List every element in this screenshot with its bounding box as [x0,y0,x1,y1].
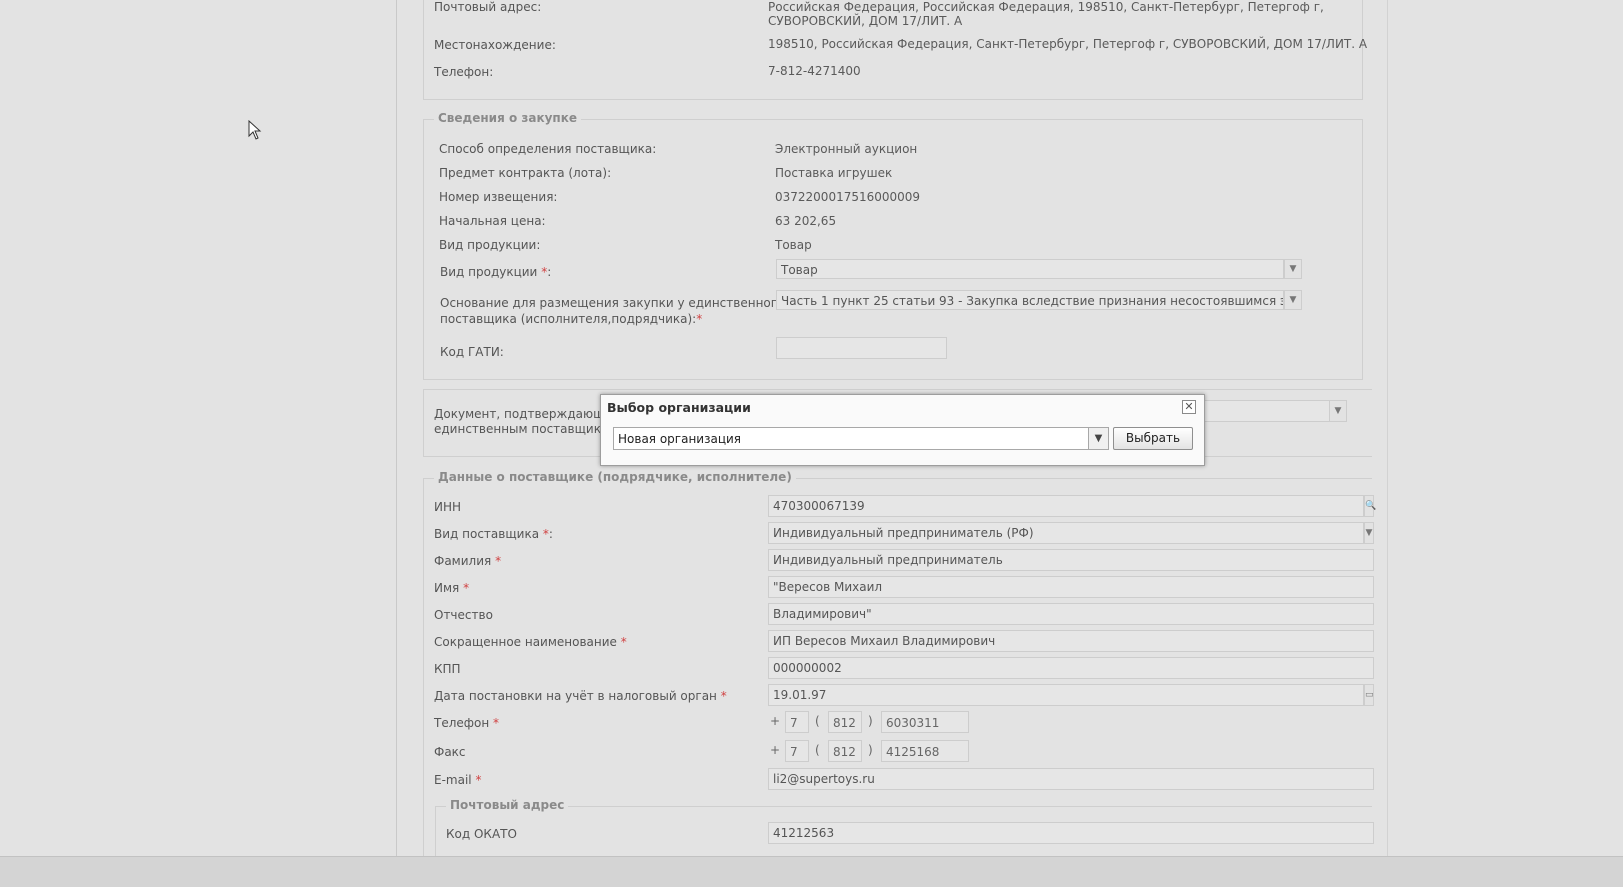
supplier-phone-label-text: Телефон [434,716,490,730]
search-icon[interactable]: 🔍 [1364,495,1376,517]
basis-label-line1: Основание для размещения закупки у единс… [440,296,785,310]
fax-number-input[interactable]: 4125168 [881,740,969,762]
close-icon[interactable]: ✕ [1182,400,1196,414]
fax-plus: + [770,743,781,757]
purchase-product-type-label: Вид продукции: [439,238,541,252]
inn-label: ИНН [434,500,462,514]
customer-postal-address-label: Почтовый адрес: [434,0,542,14]
patronymic-label: Отчество [434,608,493,622]
kpp-input[interactable]: 000000002 [768,657,1374,679]
reg-date-input[interactable]: 19.01.97 [768,684,1364,706]
supplier-type-label-text: Вид поставщика [434,527,540,541]
supplier-type-select[interactable]: Индивидуальный предприниматель (РФ) [768,522,1364,544]
kpp-label: КПП [434,662,461,676]
email-label: E-mail * [434,773,481,787]
document-label-line1: Документ, подтверждающий [434,407,620,421]
organization-select[interactable]: Новая организация [613,427,1109,450]
fax-code-input[interactable]: 812 [828,740,862,762]
mouse-cursor-icon [248,120,262,140]
purchase-method-value: Электронный аукцион [775,142,918,156]
surname-label: Фамилия * [434,554,501,568]
email-label-text: E-mail [434,773,472,787]
colon: : [548,527,553,541]
purchase-method-label: Способ определения поставщика: [439,142,657,156]
inn-input[interactable]: 470300067139 [768,495,1364,517]
chevron-down-icon[interactable]: ▼ [1284,290,1302,310]
customer-phone-value: 7-812-4271400 [768,64,861,78]
basis-select[interactable]: Часть 1 пункт 25 статьи 93 - Закупка всл… [776,290,1284,310]
phone-paren-close: ) [868,714,873,728]
left-pane [0,0,396,856]
name-label-text: Имя [434,581,460,595]
phone-plus: + [770,714,781,728]
customer-postal-address-line1: Российская Федерация, Российская Федерац… [768,0,1324,14]
document-select[interactable] [1203,400,1337,422]
supplier-postal-legend: Почтовый адрес [446,798,569,812]
fax-country-input[interactable]: 7 [785,740,809,762]
required-mark: * [475,773,482,787]
name-input[interactable]: "Вересов Михаил [768,576,1374,598]
fax-label: Факс [434,745,466,759]
fax-paren-close: ) [868,743,873,757]
phone-paren-open: ( [815,714,820,728]
purchase-legend: Сведения о закупке [434,111,581,125]
right-pane [1387,0,1623,856]
calendar-icon[interactable]: ▭ [1364,684,1374,706]
purchase-price-label: Начальная цена: [439,214,546,228]
chevron-down-icon[interactable]: ▼ [1364,522,1374,544]
colon: : [547,265,552,279]
required-mark: * [493,716,500,730]
purchase-subject-value: Поставка игрушек [775,166,893,180]
purchase-subject-label: Предмет контракта (лота): [439,166,612,180]
product-type-select[interactable]: Товар [776,259,1284,279]
gati-input[interactable] [776,337,947,359]
required-mark: * [463,581,470,595]
phone-number-input[interactable]: 6030311 [881,711,969,733]
chevron-down-icon[interactable]: ▼ [1329,400,1347,422]
reg-date-label-text: Дата постановки на учёт в налоговый орга… [434,689,717,703]
required-mark: * [495,554,502,568]
supplier-type-label: Вид поставщика *: [434,527,553,541]
dialog-title: Выбор организации [607,400,751,415]
fax-paren-open: ( [815,743,820,757]
product-type-select-label: Вид продукции *: [440,265,551,279]
bottom-status-bar [0,856,1623,887]
short-name-label: Сокращенное наименование * [434,635,627,649]
required-mark: * [720,689,727,703]
organization-select-dialog: Выбор организации ✕ Новая организация ▼ … [600,394,1205,466]
chevron-down-icon[interactable]: ▼ [1284,259,1302,279]
reg-date-label: Дата постановки на учёт в налоговый орга… [434,689,727,703]
surname-input[interactable]: Индивидуальный предприниматель [768,549,1374,571]
purchase-notice-value: 0372200017516000009 [775,190,921,204]
document-label-line2: единственным поставщиком [434,422,618,436]
short-name-label-text: Сокращенное наименование [434,635,617,649]
purchase-price-value: 63 202,65 [775,214,837,228]
gati-label: Код ГАТИ: [440,345,504,359]
basis-label-line2-text: поставщика (исполнителя,подрядчика): [440,312,697,326]
email-input[interactable]: li2@supertoys.ru [768,768,1374,790]
required-mark: * [620,635,627,649]
phone-code-input[interactable]: 812 [828,711,862,733]
customer-phone-label: Телефон: [434,65,494,79]
surname-label-text: Фамилия [434,554,492,568]
customer-location-label: Местонахождение: [434,38,556,52]
customer-postal-address-line2: СУВОРОВСКИЙ, ДОМ 17/ЛИТ. А [768,14,963,28]
product-type-select-label-text: Вид продукции [440,265,538,279]
phone-country-input[interactable]: 7 [785,711,809,733]
select-organization-button[interactable]: Выбрать [1113,427,1193,450]
required-mark: * [696,312,703,326]
chevron-down-icon[interactable]: ▼ [1088,427,1109,450]
okato-input[interactable]: 41212563 [768,822,1374,844]
patronymic-input[interactable]: Владимирович" [768,603,1374,625]
short-name-input[interactable]: ИП Вересов Михаил Владимирович [768,630,1374,652]
okato-label: Код ОКАТО [446,827,517,841]
supplier-legend: Данные о поставщике (подрядчике, исполни… [434,470,796,484]
name-label: Имя * [434,581,469,595]
purchase-product-type-value: Товар [775,238,812,252]
basis-label-line2: поставщика (исполнителя,подрядчика):* [440,312,702,326]
supplier-phone-label: Телефон * [434,716,499,730]
purchase-notice-label: Номер извещения: [439,190,558,204]
customer-location-value: 198510, Российская Федерация, Санкт-Пете… [768,37,1368,51]
